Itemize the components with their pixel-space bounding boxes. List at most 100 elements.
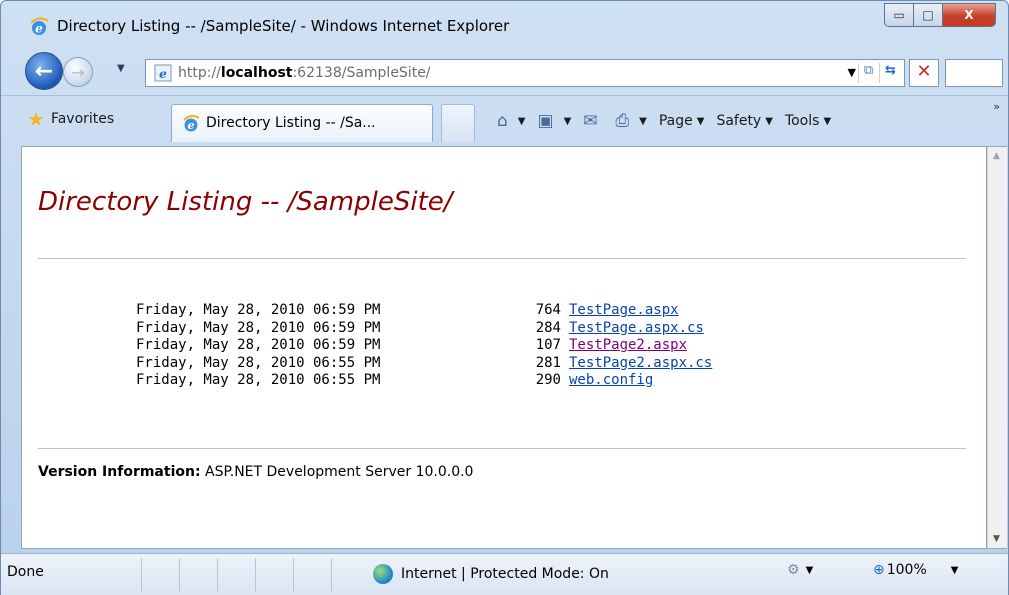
file-date: Friday, May 28, 2010 06:59 PM [136,319,381,336]
close-icon: X [964,8,974,22]
search-box[interactable] [945,59,1003,87]
print-icon: ⎙ [615,111,630,131]
file-date: Friday, May 28, 2010 06:55 PM [136,372,381,388]
scroll-up-icon[interactable]: ▲ [993,151,1000,161]
minimize-icon: ▭ [893,8,905,22]
forward-button[interactable]: → [63,57,93,87]
version-value: ASP.NET Development Server 10.0.0.0 [205,464,474,480]
ie-page-icon: e [154,64,172,82]
back-arrow-icon: ← [34,58,54,84]
chevron-down-icon: ▼ [765,115,773,127]
zoom-icon: ⊕ [873,562,885,578]
star-icon: ★ [27,107,45,131]
file-size: 281 [535,354,561,371]
close-button[interactable]: X [942,3,996,27]
print-button[interactable]: ⎙ ▼ [616,111,647,131]
safety-menu[interactable]: Safety ▼ [716,113,773,129]
page-content: Directory Listing -- /SampleSite/ Friday… [21,146,987,549]
page-menu[interactable]: Page ▼ [659,113,705,129]
tab-label: Directory Listing -- /Sa... [206,115,376,131]
chevron-down-icon: ▼ [950,564,959,576]
file-link[interactable]: TestPage2.aspx [569,337,687,353]
list-item: Friday, May 28, 2010 06:55 PM 290 web.conf… [136,372,712,390]
list-item: Friday, May 28, 2010 06:55 PM 281 TestPage… [136,355,712,373]
list-item: Friday, May 28, 2010 06:59 PM 107 TestPage… [136,337,712,355]
ie-logo-icon: e [30,17,49,36]
zone-label: Internet | Protected Mode: On [401,566,609,582]
caption-buttons: ▭ □ X [884,3,996,27]
feeds-button[interactable]: ▣ ▼ [538,111,572,131]
forward-arrow-icon: → [71,62,85,82]
list-item: Friday, May 28, 2010 06:59 PM 764 TestPage… [136,302,712,320]
navigation-row: ← → ▼ e http://localhost:62138/SampleSit… [1,49,1008,95]
chevron-down-icon: ▼ [805,564,814,576]
tab-row: ★ Favorites e Directory Listing -- /Sa..… [1,95,1008,145]
maximize-icon: □ [922,8,934,22]
manage-addons-button[interactable]: ⚙ ▼ [787,562,835,578]
browser-window: e Directory Listing -- /SampleSite/ - Wi… [0,0,1009,595]
status-bar: Done Internet | Protected Mode: On ⚙ ▼ ⊕… [1,553,1008,595]
back-button[interactable]: ← [25,52,63,90]
status-panels [141,558,369,592]
file-size: 284 [535,319,561,336]
globe-icon [373,564,393,584]
favorites-button[interactable]: ★ Favorites [27,104,114,134]
divider [38,258,966,259]
status-text: Done [7,564,44,580]
svg-text:e: e [188,119,195,132]
feeds-icon: ▣ [537,111,554,131]
stop-button[interactable]: ✕ [909,59,939,87]
zoom-level: 100% [886,562,927,578]
address-dropdown-icon[interactable]: ▼ [848,66,856,79]
version-info: Version Information: ASP.NET Development… [38,464,473,480]
recent-pages-dropdown[interactable]: ▼ [117,63,125,74]
file-link[interactable]: TestPage.aspx [569,302,679,318]
refresh-icon[interactable]: ⇆ [879,63,901,83]
file-date: Friday, May 28, 2010 06:59 PM [136,337,381,353]
home-icon: ⌂ [497,111,508,131]
read-mail-button[interactable]: ✉ [583,111,603,131]
tab-directory-listing[interactable]: e Directory Listing -- /Sa... [171,104,433,142]
ie-logo-icon: e [183,115,200,132]
chevron-down-icon: ▼ [639,115,647,127]
address-url[interactable]: http://localhost:62138/SampleSite/ [178,65,431,81]
title-bar: e Directory Listing -- /SampleSite/ - Wi… [1,1,1008,49]
file-link[interactable]: TestPage.aspx.cs [569,320,704,336]
favorites-label: Favorites [50,111,115,127]
file-link[interactable]: web.config [569,372,653,388]
minimize-button[interactable]: ▭ [884,3,914,27]
tools-menu[interactable]: Tools ▼ [785,113,831,129]
addons-icon: ⚙ [787,562,800,578]
chevron-down-icon: ▼ [696,115,705,127]
mail-icon: ✉ [583,111,598,131]
stop-icon: ✕ [916,61,932,82]
zoom-control[interactable]: ⊕ 100% ▼ [873,562,958,578]
scroll-down-icon[interactable]: ▼ [993,534,1000,544]
svg-text:e: e [159,67,167,81]
version-label: Version Information: [38,464,201,480]
vertical-scrollbar[interactable]: ▲ ▼ [987,146,1007,549]
file-date: Friday, May 28, 2010 06:59 PM [136,302,381,318]
security-zone[interactable]: Internet | Protected Mode: On [373,564,609,584]
home-button[interactable]: ⌂ ▼ [497,111,526,131]
chevron-down-icon: ▼ [823,115,832,127]
command-bar: ⌂ ▼ ▣ ▼ ✉ ⎙ ▼ Page ▼ Safety ▼ Tools ▼ [497,108,843,134]
address-bar[interactable]: e http://localhost:62138/SampleSite/ ▼ ⧉… [145,59,905,87]
page-title: Directory Listing -- /SampleSite/ [38,187,453,217]
divider [38,448,966,449]
file-size: 290 [535,372,561,388]
new-tab-button[interactable] [441,104,475,142]
maximize-button[interactable]: □ [913,3,943,27]
more-commands-icon[interactable]: » [993,100,1000,113]
window-title: Directory Listing -- /SampleSite/ - Wind… [57,17,510,35]
compatibility-view-icon[interactable]: ⧉ [858,63,878,83]
file-size: 107 [535,337,561,353]
chevron-down-icon: ▼ [517,115,526,127]
chevron-down-icon: ▼ [563,115,572,127]
svg-text:e: e [35,22,43,36]
file-link[interactable]: TestPage2.aspx.cs [569,355,712,371]
list-item: Friday, May 28, 2010 06:59 PM 284 TestPage… [136,320,712,338]
file-size: 764 [535,302,561,318]
file-listing: Friday, May 28, 2010 06:59 PM 764 TestPage… [136,302,712,390]
file-date: Friday, May 28, 2010 06:55 PM [136,354,381,371]
